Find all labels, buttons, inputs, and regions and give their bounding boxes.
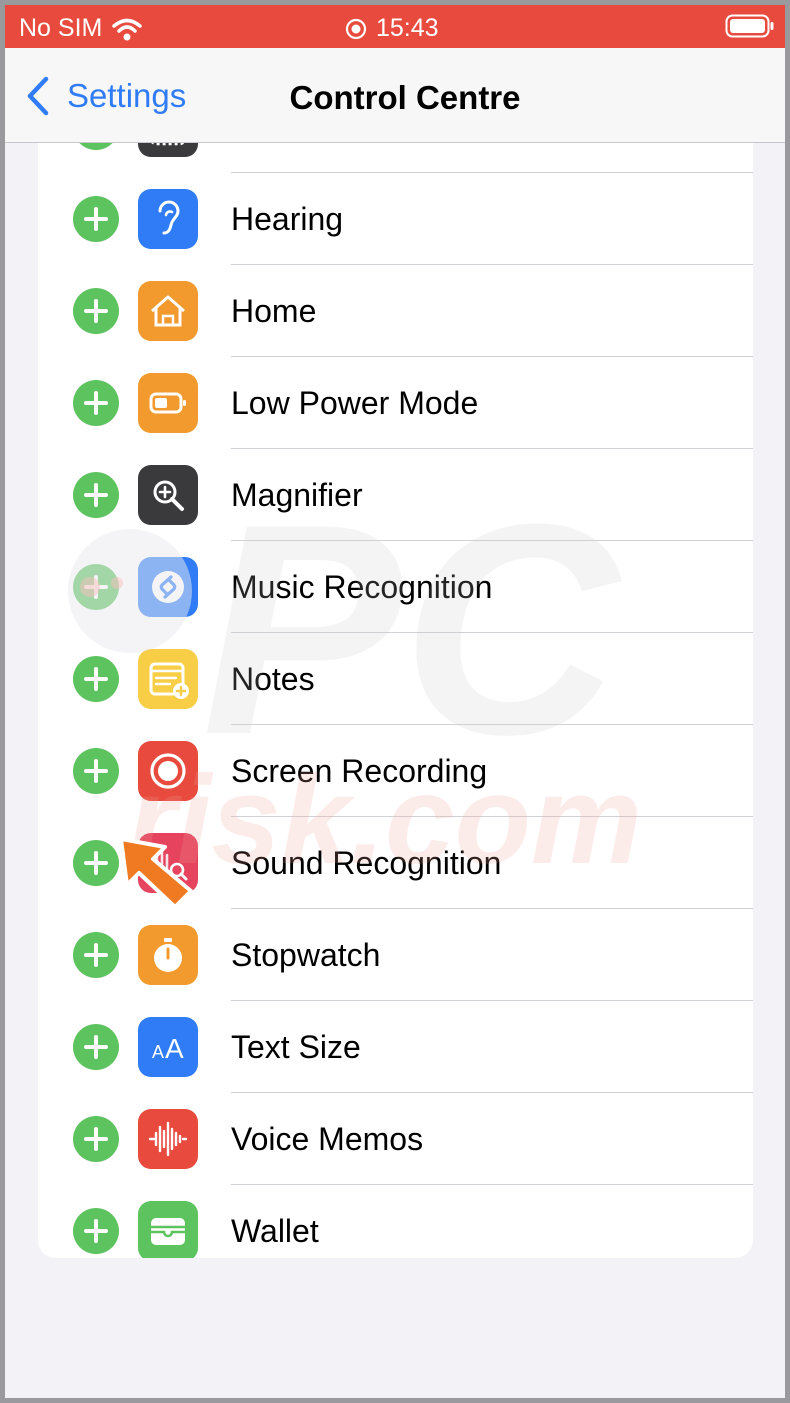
phone-screen: No SIM 15:43 Settings Control Centre Hea…: [5, 5, 785, 1398]
add-button[interactable]: [73, 380, 119, 426]
item-label: Magnifier: [231, 477, 363, 513]
stopwatch-icon: [154, 938, 182, 972]
status-bar: No SIM 15:43: [5, 5, 785, 48]
add-button[interactable]: [73, 840, 119, 886]
add-button[interactable]: [73, 1024, 119, 1070]
app-icon-guided-access: [138, 143, 198, 157]
battery-status-icon: [725, 14, 774, 38]
plus-icon: [84, 207, 108, 231]
add-button[interactable]: [73, 1208, 119, 1254]
plus-icon: [84, 299, 108, 323]
item-label: Low Power Mode: [231, 385, 479, 421]
list-item-screen-recording: Screen Recording: [38, 725, 753, 817]
app-icon-voice-memos: [138, 1109, 198, 1169]
app-icon-hearing: [138, 189, 198, 249]
app-icon-wallet: [138, 1201, 198, 1258]
pointer-arrow: [119, 837, 193, 909]
add-button[interactable]: [73, 288, 119, 334]
list-item-notes: Notes: [38, 633, 753, 725]
ear-icon: [158, 200, 180, 235]
list-item-text-size: AA Text Size: [38, 1001, 753, 1093]
add-button[interactable]: [73, 932, 119, 978]
magnifier-icon: [153, 480, 184, 511]
notes-icon: [149, 662, 189, 699]
plus-icon: [84, 391, 108, 415]
list-item-wallet: Wallet: [38, 1185, 753, 1258]
item-label: Voice Memos: [231, 1121, 424, 1157]
app-icon-music-recognition: [138, 557, 198, 617]
app-icon-low-power-mode: [138, 373, 198, 433]
add-button[interactable]: [73, 1116, 119, 1162]
item-label: Home: [231, 293, 317, 329]
more-controls-list: Guided Access Hearing Home Low Power Mod…: [38, 143, 753, 1258]
svg-text:A: A: [165, 1033, 184, 1064]
item-label: Sound Recognition: [231, 845, 502, 881]
app-icon-home: [138, 281, 198, 341]
plus-icon: [84, 1219, 108, 1243]
app-icon-notes: [138, 649, 198, 709]
add-button[interactable]: [73, 564, 119, 610]
item-label: Hearing: [231, 201, 344, 237]
add-button[interactable]: [73, 143, 119, 150]
list-item-home: Home: [38, 265, 753, 357]
app-icon-stopwatch: [138, 925, 198, 985]
list-item-guided-access: Guided Access: [38, 143, 753, 173]
item-label: Notes: [231, 661, 315, 697]
wifi-icon: [112, 18, 143, 40]
more-controls-section: Guided Access Hearing Home Low Power Mod…: [5, 143, 785, 1398]
status-center: 15:43: [345, 14, 439, 43]
page-title: Control Centre: [289, 79, 521, 116]
plus-icon: [84, 759, 108, 783]
lock-icon: [151, 143, 185, 146]
add-button[interactable]: [73, 656, 119, 702]
navigation-bar: Settings Control Centre: [5, 48, 785, 143]
app-icon-text-size: AA: [138, 1017, 198, 1077]
item-label: Stopwatch: [231, 937, 381, 973]
text-size-icon: AA: [152, 1033, 184, 1064]
plus-icon: [84, 1035, 108, 1059]
shazam-icon: [152, 571, 184, 603]
list-item-music-recognition: Music Recognition: [38, 541, 753, 633]
plus-icon: [84, 1127, 108, 1151]
item-label: Wallet: [231, 1213, 319, 1249]
battery-icon: [149, 392, 186, 414]
plus-icon: [84, 575, 108, 599]
item-label: Screen Recording: [231, 753, 488, 789]
list-item-stopwatch: Stopwatch: [38, 909, 753, 1001]
svg-text:A: A: [152, 1042, 164, 1062]
carrier-label: No SIM: [19, 14, 103, 42]
add-button[interactable]: [73, 748, 119, 794]
add-button[interactable]: [73, 196, 119, 242]
plus-icon: [84, 943, 108, 967]
item-label: Guided Access: [231, 143, 444, 146]
list-item-voice-memos: Voice Memos: [38, 1093, 753, 1185]
status-left: No SIM: [19, 14, 143, 43]
app-icon-magnifier: [138, 465, 198, 525]
home-icon: [151, 295, 185, 327]
item-label: Text Size: [231, 1029, 361, 1065]
list-item-magnifier: Magnifier: [38, 449, 753, 541]
record-icon: [150, 753, 186, 789]
wallet-icon: [151, 1218, 185, 1245]
list-item-hearing: Hearing: [38, 173, 753, 265]
waveform-icon: [148, 1121, 188, 1157]
plus-icon: [84, 667, 108, 691]
status-right: [725, 14, 775, 45]
app-icon-screen-recording: [138, 741, 198, 801]
plus-icon: [84, 483, 108, 507]
add-button[interactable]: [73, 472, 119, 518]
plus-icon: [84, 851, 108, 875]
screen-recording-indicator-icon: [345, 18, 367, 39]
list-item-low-power-mode: Low Power Mode: [38, 357, 753, 449]
status-time: 15:43: [376, 14, 439, 42]
item-label: Music Recognition: [231, 569, 493, 605]
